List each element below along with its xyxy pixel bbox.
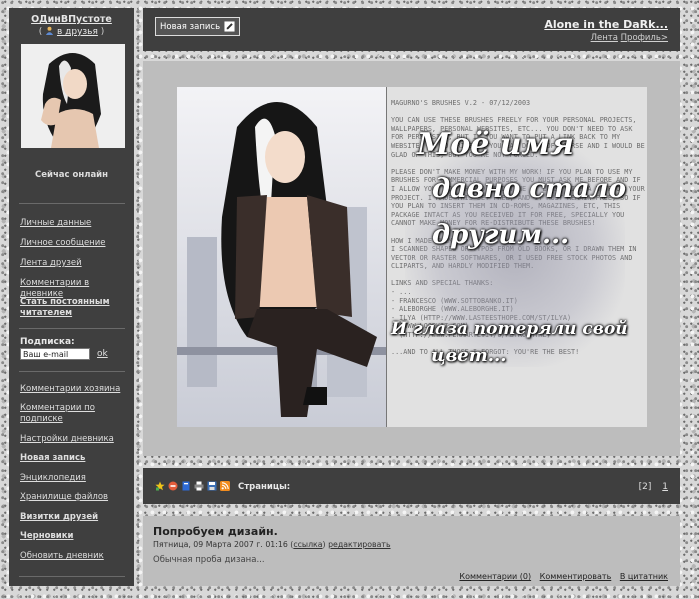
pencil-icon <box>224 21 235 32</box>
print-icon[interactable] <box>194 481 204 491</box>
post-toolbar: Страницы: [2] 1 <box>143 468 680 504</box>
paren-open: ( <box>38 27 43 37</box>
divider-line <box>386 87 387 427</box>
blog-title[interactable]: Alone in the DaRk... <box>544 18 668 31</box>
sidebar-link-diary-settings[interactable]: Настройки дневника <box>20 434 130 445</box>
poem-line-5: цвет... <box>431 345 507 366</box>
sidebar-link-subscription-comments[interactable]: Комментарии по подписке <box>20 403 130 425</box>
post-meta: Пятница, 09 Марта 2007 г. 01:16 (ссылка)… <box>153 540 391 549</box>
quote-link[interactable]: В цитатник <box>620 572 668 581</box>
star-icon[interactable] <box>155 481 165 491</box>
sidebar: ОДинВПустоте ( в друзья ) Сейчас онлайн … <box>9 8 134 586</box>
sidebar-link-message[interactable]: Личное сообщение <box>20 238 130 249</box>
banner-image: MAGURNO'S BRUSHES V.2 - 07/12/2003 YOU C… <box>177 87 647 427</box>
avatar-image <box>21 44 125 148</box>
current-page: [2] <box>638 482 652 492</box>
post: Попробуем дизайн. Пятница, 09 Марта 2007… <box>143 516 680 586</box>
avatar[interactable] <box>21 44 125 148</box>
sidebar-link-friends-feed[interactable]: Лента друзей <box>20 258 130 269</box>
permalink[interactable]: ссылка <box>293 540 322 549</box>
divider <box>19 371 125 372</box>
header: Новая запись Alone in the DaRk... Лента … <box>143 8 680 51</box>
divider <box>19 203 125 204</box>
minus-circle-icon[interactable] <box>168 481 178 491</box>
sidebar-link-refresh[interactable]: Обновить дневник <box>20 551 130 562</box>
rss-icon[interactable] <box>220 481 230 491</box>
comment-link[interactable]: Комментировать <box>540 572 612 581</box>
anime-character-illustration <box>177 87 387 427</box>
sidebar-link-new-post[interactable]: Новая запись <box>20 453 130 464</box>
add-friend-link[interactable]: в друзья <box>57 27 98 37</box>
page-link-1[interactable]: 1 <box>662 482 668 492</box>
sidebar-link-profile[interactable]: Личные данные <box>20 218 130 229</box>
save-icon[interactable] <box>207 481 217 491</box>
sidebar-link-file-storage[interactable]: Хранилище файлов <box>20 492 130 503</box>
online-status: Сейчас онлайн <box>34 170 109 180</box>
subscribe-ok-link[interactable]: ok <box>97 349 108 359</box>
toolbar-icons <box>155 481 230 491</box>
poem-line-2: давно стало <box>432 174 626 204</box>
add-friend: ( в друзья ) <box>9 26 134 37</box>
feed-link[interactable]: Лента <box>591 33 618 43</box>
new-post-label: Новая запись <box>160 21 221 32</box>
comments-count-link[interactable]: Комментарии (0) <box>459 572 531 581</box>
become-reader-link[interactable]: Стать постоянным читателем <box>20 297 130 319</box>
friend-icon <box>45 26 54 35</box>
post-footer: Комментарии (0) Комментировать В цитатни… <box>453 572 668 581</box>
paren-close: ) <box>100 27 105 37</box>
poem-line-4: И глаза потеряли свой <box>391 319 628 339</box>
header-links: Лента Профиль> <box>591 33 668 43</box>
post-title[interactable]: Попробуем дизайн. <box>153 525 278 538</box>
post-body: Обычная проба дизана... <box>153 555 265 565</box>
paren-close: ) <box>322 540 326 549</box>
poem-line-1: Моё имя <box>417 127 574 162</box>
sidebar-link-friend-cards[interactable]: Визитки друзей <box>20 512 130 523</box>
banner: MAGURNO'S BRUSHES V.2 - 07/12/2003 YOU C… <box>143 61 680 456</box>
bookmark-icon[interactable] <box>181 481 191 491</box>
sidebar-link-drafts[interactable]: Черновики <box>20 531 130 542</box>
divider <box>19 328 125 329</box>
new-post-button[interactable]: Новая запись <box>155 17 241 36</box>
post-date: Пятница, 09 Марта 2007 г. 01:16 <box>153 540 288 549</box>
subscribe-label: Подписка: <box>20 337 75 347</box>
edit-link[interactable]: редактировать <box>328 540 390 549</box>
sidebar-link-owner-comments[interactable]: Комментарии хозяина <box>20 384 130 395</box>
email-field[interactable] <box>20 348 90 360</box>
user-name-link[interactable]: ОДинВПустоте <box>9 14 134 25</box>
sidebar-link-encyclopedia[interactable]: Энциклопедия <box>20 473 130 484</box>
poem-line-3: другим... <box>432 220 570 250</box>
pagination: [2] 1 <box>639 482 668 492</box>
divider <box>19 576 125 577</box>
profile-link[interactable]: Профиль> <box>621 33 668 43</box>
pages-label: Страницы: <box>238 482 291 492</box>
